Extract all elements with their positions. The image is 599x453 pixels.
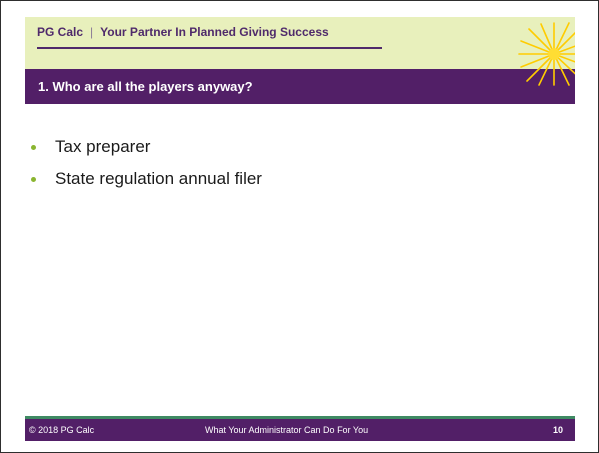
brand-separator: | — [90, 25, 94, 39]
bullet-dot-icon — [31, 145, 36, 150]
brand-name: PG Calc — [37, 25, 84, 39]
starburst-logo-icon — [518, 22, 575, 86]
slide: PG Calc | Your Partner In Planned Giving… — [25, 17, 575, 441]
footer-copyright: © 2018 PG Calc — [29, 425, 95, 435]
slide-frame: PG Calc | Your Partner In Planned Giving… — [0, 0, 599, 453]
brand-line: PG Calc | Your Partner In Planned Giving… — [37, 17, 329, 47]
slide-title: 1. Who are all the players anyway? — [38, 79, 253, 94]
bullet-text: Tax preparer — [55, 137, 151, 156]
header-bar: PG Calc | Your Partner In Planned Giving… — [25, 17, 575, 69]
title-bar: 1. Who are all the players anyway? — [25, 69, 575, 104]
brand-underline — [37, 47, 382, 49]
list-item: Tax preparer — [31, 137, 262, 157]
list-item: State regulation annual filer — [31, 169, 262, 189]
page-number: 10 — [552, 425, 563, 435]
brand-tagline: Your Partner In Planned Giving Success — [100, 25, 329, 39]
bullet-text: State regulation annual filer — [55, 169, 262, 188]
footer-bar: © 2018 PG Calc What Your Administrator C… — [25, 419, 575, 441]
bullet-dot-icon — [31, 177, 36, 182]
footer-presentation-title: What Your Administrator Can Do For You — [205, 425, 369, 435]
bullet-list: Tax preparer State regulation annual fil… — [31, 137, 262, 201]
